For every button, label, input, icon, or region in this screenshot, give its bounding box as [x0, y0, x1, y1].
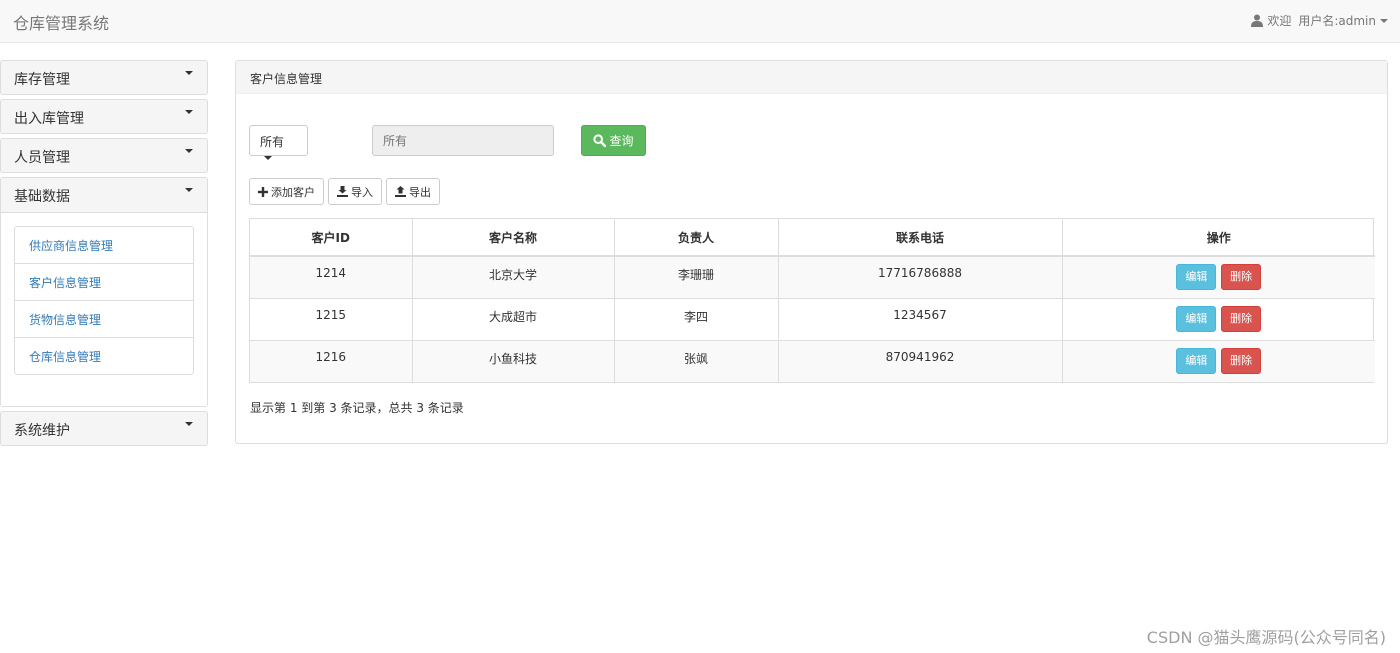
query-button[interactable]: 查询	[581, 125, 646, 156]
chevron-down-icon	[185, 422, 193, 426]
import-button[interactable]: 导入	[328, 178, 382, 205]
export-button[interactable]: 导出	[386, 178, 440, 205]
sidebar-item-label: 出入库管理	[14, 111, 84, 127]
pagination-summary: 显示第 1 到第 3 条记录，总共 3 条记录	[250, 401, 464, 415]
chevron-down-icon	[264, 155, 272, 160]
column-header-person[interactable]: 负责人	[614, 219, 779, 257]
chevron-down-icon	[185, 188, 193, 192]
submenu-item-customer[interactable]: 客户信息管理	[15, 264, 193, 301]
import-label: 导入	[351, 185, 373, 199]
search-input[interactable]	[372, 125, 554, 156]
edit-button[interactable]: 编辑	[1176, 264, 1217, 290]
cell-actions: 编辑 删除	[1062, 340, 1375, 382]
search-icon	[593, 134, 607, 147]
edit-button[interactable]: 编辑	[1176, 305, 1217, 332]
sidebar: 库存管理 出入库管理 人员管理 基础数据 供应商信息管理 客户信息管理 货物信息…	[0, 60, 208, 450]
export-icon	[395, 186, 406, 197]
table-row: 1214 北京大学 李珊珊 17716786888 编辑 删除	[250, 256, 1375, 299]
column-header-id[interactable]: 客户ID	[250, 219, 413, 257]
chevron-down-icon	[185, 110, 193, 114]
sidebar-item-system[interactable]: 系统维护	[0, 411, 208, 446]
filter-dropdown[interactable]: 所有	[249, 125, 308, 160]
add-customer-button[interactable]: 添加客户	[249, 178, 324, 205]
export-label: 导出	[409, 185, 431, 199]
toolbar: 添加客户 导入 导出	[249, 178, 444, 205]
chevron-down-icon	[185, 71, 193, 75]
sidebar-item-label: 系统维护	[14, 423, 70, 439]
cell-actions: 编辑 删除	[1062, 298, 1375, 341]
cell-person: 李四	[614, 298, 779, 341]
cell-id: 1215	[250, 298, 413, 341]
cell-id: 1216	[250, 340, 413, 382]
table-header-row: 客户ID 客户名称 负责人 联系电话 操作	[250, 219, 1375, 257]
watermark: CSDN @猫头鹰源码(公众号同名)	[1146, 628, 1386, 647]
welcome-text: 欢迎	[1267, 14, 1292, 28]
sidebar-group-basic-data: 基础数据 供应商信息管理 客户信息管理 货物信息管理 仓库信息管理	[0, 177, 208, 407]
table-row: 1216 小鱼科技 张飒 870941962 编辑 删除	[250, 340, 1375, 382]
import-icon	[337, 186, 348, 197]
cell-actions: 编辑 删除	[1062, 256, 1375, 299]
cell-person: 张飒	[614, 340, 779, 382]
cell-person: 李珊珊	[614, 256, 779, 299]
delete-button[interactable]: 删除	[1221, 305, 1262, 332]
customer-table: 客户ID 客户名称 负责人 联系电话 操作 1214 北京大学 李珊珊 1771…	[249, 218, 1375, 383]
username-text[interactable]: 用户名:admin	[1298, 12, 1376, 29]
sidebar-item-label: 库存管理	[14, 72, 70, 88]
plus-icon	[258, 186, 268, 197]
column-header-phone[interactable]: 联系电话	[778, 219, 1063, 257]
sidebar-item-in-out[interactable]: 出入库管理	[0, 99, 208, 134]
user-icon	[1251, 14, 1264, 27]
column-header-name[interactable]: 客户名称	[412, 219, 615, 257]
submenu-item-goods[interactable]: 货物信息管理	[15, 301, 193, 338]
cell-phone: 870941962	[778, 340, 1063, 382]
sidebar-item-inventory[interactable]: 库存管理	[0, 60, 208, 95]
submenu-item-supplier[interactable]: 供应商信息管理	[15, 227, 193, 264]
cell-phone: 1234567	[778, 298, 1063, 341]
submenu-list: 供应商信息管理 客户信息管理 货物信息管理 仓库信息管理	[14, 226, 194, 375]
column-header-actions: 操作	[1062, 219, 1375, 257]
page-title: 客户信息管理	[236, 61, 1387, 94]
delete-button[interactable]: 删除	[1221, 264, 1262, 290]
query-label: 查询	[609, 134, 634, 148]
app-title[interactable]: 仓库管理系统	[13, 10, 109, 34]
sidebar-item-label: 基础数据	[14, 189, 70, 205]
sidebar-item-personnel[interactable]: 人员管理	[0, 138, 208, 173]
add-customer-label: 添加客户	[271, 185, 315, 199]
sidebar-submenu: 供应商信息管理 客户信息管理 货物信息管理 仓库信息管理	[1, 213, 207, 406]
search-bar: 所有 查询	[249, 125, 649, 160]
edit-button[interactable]: 编辑	[1176, 347, 1217, 374]
cell-name: 大成超市	[412, 298, 615, 341]
filter-label: 所有	[260, 135, 285, 149]
chevron-down-icon	[185, 149, 193, 153]
chevron-down-icon	[1380, 18, 1388, 23]
cell-name: 北京大学	[412, 256, 615, 299]
delete-button[interactable]: 删除	[1221, 347, 1262, 374]
top-navbar: 仓库管理系统 欢迎 用户名:admin	[0, 0, 1400, 43]
cell-phone: 17716786888	[778, 256, 1063, 299]
cell-id: 1214	[250, 256, 413, 299]
cell-name: 小鱼科技	[412, 340, 615, 382]
sidebar-item-basic-data[interactable]: 基础数据	[1, 178, 207, 213]
table-row: 1215 大成超市 李四 1234567 编辑 删除	[250, 298, 1375, 341]
user-menu[interactable]: 欢迎 用户名:admin	[1251, 12, 1388, 29]
sidebar-item-label: 人员管理	[14, 150, 70, 166]
submenu-item-warehouse[interactable]: 仓库信息管理	[15, 338, 193, 374]
main-panel: 客户信息管理 所有 查询 添加客户	[235, 60, 1388, 444]
